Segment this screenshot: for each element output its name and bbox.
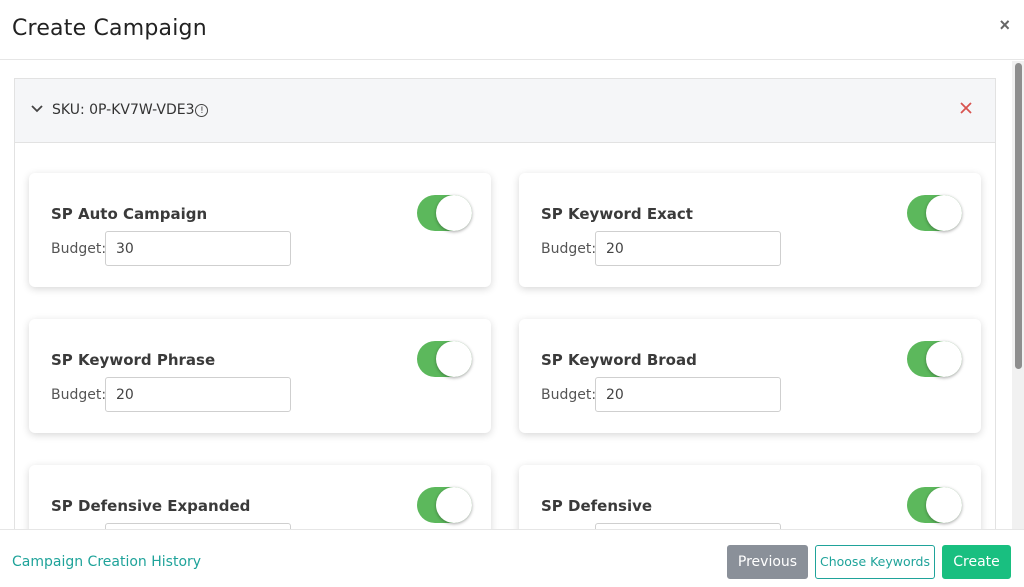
budget-input[interactable] <box>105 377 291 412</box>
campaign-toggle[interactable] <box>417 487 472 523</box>
budget-input[interactable] <box>595 377 781 412</box>
campaign-name: SP Keyword Broad <box>541 351 697 369</box>
campaign-toggle[interactable] <box>907 487 962 523</box>
budget-label: Budget: <box>541 241 597 257</box>
toggle-knob <box>436 195 472 231</box>
campaign-toggle[interactable] <box>907 341 962 377</box>
sku-panel: SKU: 0P-KV7W-VDE3! SP Auto Campaign Budg… <box>14 78 996 529</box>
info-icon[interactable]: ! <box>195 104 209 117</box>
campaign-card: SP Keyword Exact Budget: <box>519 173 981 287</box>
budget-label: Budget: <box>541 387 597 403</box>
campaign-card: SP Auto Campaign Budget: <box>29 173 491 287</box>
budget-label: Budget: <box>51 387 107 403</box>
campaign-toggle[interactable] <box>907 195 962 231</box>
modal-footer: Campaign Creation History Previous Choos… <box>0 529 1024 587</box>
choose-keywords-button[interactable]: Choose Keywords <box>815 545 935 579</box>
budget-input[interactable] <box>595 231 781 266</box>
remove-sku-icon[interactable] <box>958 100 974 116</box>
modal-body: SKU: 0P-KV7W-VDE3! SP Auto Campaign Budg… <box>0 61 1024 529</box>
previous-button[interactable]: Previous <box>727 545 808 579</box>
modal-title: Create Campaign <box>12 16 207 41</box>
modal-header: Create Campaign × <box>0 0 1024 60</box>
campaign-history-link[interactable]: Campaign Creation History <box>12 554 201 570</box>
toggle-knob <box>926 487 962 523</box>
campaign-name: SP Auto Campaign <box>51 205 208 223</box>
sku-title: SKU: 0P-KV7W-VDE3! <box>52 102 209 118</box>
campaign-card: SP Defensive Budget: <box>519 465 981 529</box>
toggle-knob <box>436 341 472 377</box>
budget-label: Budget: <box>51 241 107 257</box>
sku-label: SKU: 0P-KV7W-VDE3 <box>52 102 195 118</box>
budget-input[interactable] <box>105 231 291 266</box>
campaign-card: SP Keyword Broad Budget: <box>519 319 981 433</box>
sku-header[interactable]: SKU: 0P-KV7W-VDE3! <box>15 79 995 143</box>
campaign-name: SP Defensive Expanded <box>51 497 251 515</box>
scrollbar[interactable] <box>1012 61 1024 529</box>
toggle-knob <box>926 195 962 231</box>
campaign-card: SP Defensive Expanded Budget: <box>29 465 491 529</box>
campaign-toggle[interactable] <box>417 195 472 231</box>
toggle-knob <box>926 341 962 377</box>
create-button[interactable]: Create <box>942 545 1011 579</box>
campaign-name: SP Defensive <box>541 497 653 515</box>
toggle-knob <box>436 487 472 523</box>
campaign-toggle[interactable] <box>417 341 472 377</box>
close-icon[interactable]: × <box>999 16 1010 34</box>
campaign-name: SP Keyword Exact <box>541 205 693 223</box>
campaign-name: SP Keyword Phrase <box>51 351 216 369</box>
chevron-down-icon[interactable] <box>30 102 44 116</box>
scrollbar-thumb[interactable] <box>1015 63 1022 369</box>
campaign-card: SP Keyword Phrase Budget: <box>29 319 491 433</box>
